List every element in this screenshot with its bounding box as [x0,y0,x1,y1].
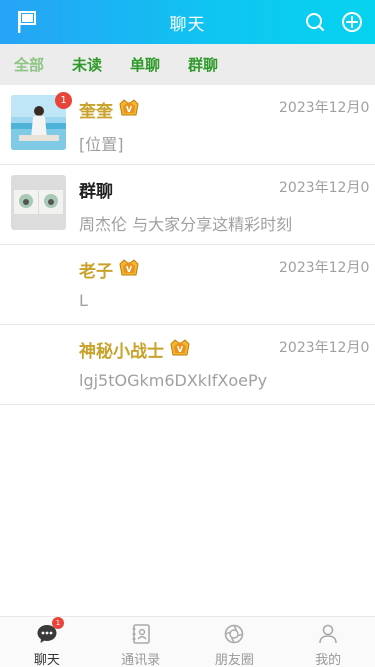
vip-crown-icon: V [118,98,140,122]
chat-time: 2023年12月0 [279,340,370,356]
tabbar-item-moments[interactable]: 朋友圈 [188,617,282,667]
profile-icon [317,623,339,645]
contact-name: 神秘小战士 [79,342,164,362]
contact-name: 奎奎 [79,102,113,122]
search-icon[interactable] [303,0,327,44]
tab-all[interactable]: 全部 [14,54,44,75]
contact-name: 群聊 [79,182,113,202]
tab-unread[interactable]: 未读 [72,54,102,75]
last-message: [位置] [79,135,124,154]
tabbar-badge: 1 [52,617,64,629]
svg-text:V: V [126,265,133,274]
add-circle-icon[interactable] [339,0,365,44]
top-header: 聊天 [0,0,375,44]
flag-icon[interactable] [14,0,40,44]
vip-crown-icon: V [169,338,191,362]
chat-row[interactable]: 老子 V 2023年12月0 L [0,245,375,325]
tab-group-chat[interactable]: 群聊 [188,54,218,75]
vip-crown-icon: V [118,258,140,282]
tabbar-item-contacts[interactable]: 通讯录 [94,617,188,667]
chat-app: 聊天 全部 未读 单聊 群聊 1 奎奎 V 2023年12月0 [位置] 群聊 … [0,0,375,667]
tabbar-label: 我的 [315,653,342,667]
tabbar-label: 通讯录 [121,653,161,667]
svg-text:V: V [126,105,133,114]
bottom-tab-bar: 1 聊天 通讯录 朋友圈 我的 [0,616,375,667]
chat-list: 1 奎奎 V 2023年12月0 [位置] 群聊 2023年12月0 周杰伦 与… [0,85,375,405]
contacts-icon [130,623,152,645]
chat-time: 2023年12月0 [279,180,370,196]
svg-text:V: V [177,345,184,354]
chat-time: 2023年12月0 [279,260,370,276]
tab-single-chat[interactable]: 单聊 [130,54,160,75]
last-message: L [79,291,88,310]
unread-badge: 1 [55,92,72,109]
page-title: 聊天 [169,14,206,35]
chat-row[interactable]: 神秘小战士 V 2023年12月0 lgj5tOGkm6DXkIfXoePy [0,325,375,405]
tabbar-label: 聊天 [33,653,60,667]
filter-tabs: 全部 未读 单聊 群聊 [0,44,375,85]
last-message: 周杰伦 与大家分享这精彩时刻 [79,215,293,234]
chat-row[interactable]: 1 奎奎 V 2023年12月0 [位置] [0,85,375,165]
tabbar-item-chat[interactable]: 1 聊天 [0,617,94,667]
chat-row[interactable]: 群聊 2023年12月0 周杰伦 与大家分享这精彩时刻 [0,165,375,245]
last-message: lgj5tOGkm6DXkIfXoePy [79,371,268,390]
chat-time: 2023年12月0 [279,100,370,116]
tabbar-label: 朋友圈 [214,653,254,667]
group-avatar [11,175,66,230]
contact-name: 老子 [79,262,113,282]
moments-icon [223,623,245,645]
tabbar-item-profile[interactable]: 我的 [281,617,375,667]
